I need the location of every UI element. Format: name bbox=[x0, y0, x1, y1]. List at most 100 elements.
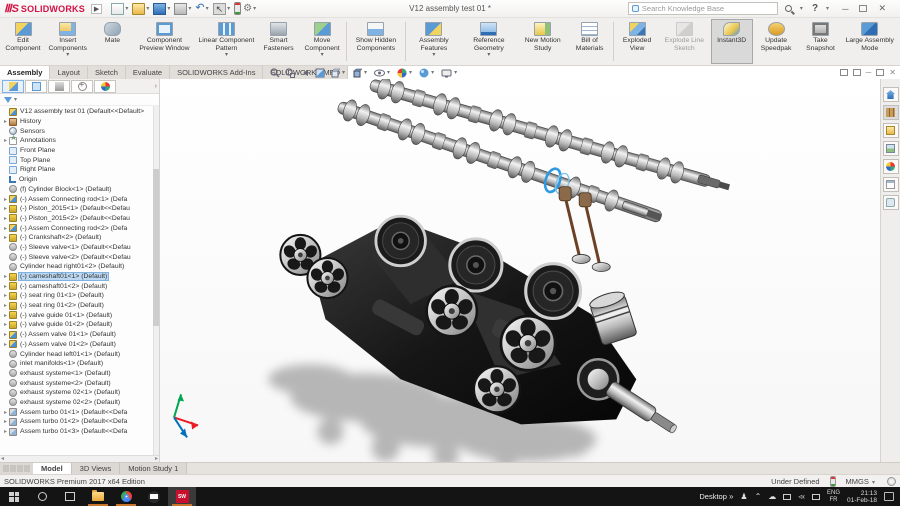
tree-item[interactable]: (-) valve guide 01<1> (Default) bbox=[0, 310, 159, 320]
ribbon-button[interactable]: Take Snapshot▾ bbox=[799, 19, 841, 64]
tree-item[interactable]: exhaust systeme 02<2> (Default) bbox=[0, 398, 159, 408]
ribbon-button[interactable]: Mate▾ bbox=[91, 19, 133, 64]
document-tab[interactable]: 3D Views bbox=[72, 463, 121, 474]
pane-split-icon[interactable] bbox=[840, 69, 848, 76]
scroll-right-icon[interactable]: ▸ bbox=[155, 456, 158, 462]
document-tab[interactable]: Motion Study 1 bbox=[120, 463, 187, 474]
onedrive-icon[interactable]: ☁ bbox=[768, 492, 776, 501]
ribbon-tab[interactable]: SOLIDWORKS Add-Ins bbox=[170, 66, 263, 79]
people-icon[interactable]: ♟ bbox=[740, 492, 747, 501]
tree-vertical-scrollbar[interactable] bbox=[153, 106, 159, 455]
piston-disc[interactable] bbox=[427, 286, 477, 336]
chrome-button[interactable] bbox=[112, 487, 140, 506]
close-button[interactable]: ✕ bbox=[874, 3, 890, 14]
ribbon-button[interactable]: Exploded View▾ bbox=[616, 19, 658, 64]
expand-arrow-icon[interactable] bbox=[2, 196, 9, 203]
tab-solidworks-resources[interactable] bbox=[883, 87, 899, 102]
tree-item[interactable]: Assem turbo 01<3> (Default<<Defa bbox=[0, 427, 159, 437]
select-button[interactable]: ↖▾ bbox=[213, 2, 233, 16]
ribbon-tab[interactable]: Layout bbox=[50, 66, 88, 79]
tab-displaymanager[interactable] bbox=[94, 80, 116, 93]
tree-item[interactable]: Top Plane bbox=[0, 155, 159, 165]
tree-item[interactable]: (-) Assem Connecting rod<2> (Defa bbox=[0, 223, 159, 233]
tree-item[interactable]: exhaust systeme 02<1> (Default) bbox=[0, 388, 159, 398]
expand-arrow-icon[interactable] bbox=[2, 225, 9, 232]
pane-icon[interactable] bbox=[853, 69, 861, 76]
ribbon-button[interactable]: Reference Geometry▾ bbox=[460, 19, 517, 64]
desktop-toolbar[interactable]: Desktop » bbox=[699, 492, 733, 501]
apply-scene-icon[interactable]: ▾ bbox=[419, 68, 436, 78]
scrollbar-thumb[interactable] bbox=[153, 169, 159, 326]
tree-item[interactable]: Assem turbo 01<2> (Default<<Defa bbox=[0, 417, 159, 427]
tree-item[interactable]: (-) Sleeve valve<1> (Default<<Defau bbox=[0, 243, 159, 253]
piston-crown[interactable] bbox=[450, 239, 502, 291]
tree-item[interactable]: V12 assembly test 01 (Default<<Default> bbox=[0, 107, 159, 117]
expand-arrow-icon[interactable] bbox=[2, 341, 9, 348]
scroll-left-icon[interactable]: ◂ bbox=[1, 456, 4, 462]
doc-restore-button[interactable] bbox=[876, 69, 884, 76]
clock[interactable]: 21:1301-Feb-18 bbox=[847, 490, 877, 504]
search-input[interactable]: Search Knowledge Base bbox=[628, 2, 778, 15]
tree-item[interactable]: (-) cameshaft01<2> (Default) bbox=[0, 281, 159, 291]
ribbon-button[interactable]: Smart Fasteners▾ bbox=[257, 19, 299, 64]
mail-button[interactable] bbox=[140, 487, 168, 506]
previous-view-icon[interactable] bbox=[300, 68, 310, 78]
task-view-button[interactable] bbox=[56, 487, 84, 506]
search-icon[interactable] bbox=[785, 5, 792, 12]
ribbon-button[interactable]: Component Preview Window▾ bbox=[133, 19, 195, 64]
expand-arrow-icon[interactable] bbox=[2, 331, 9, 338]
tree-item[interactable]: Cylinder head right01<2> (Default) bbox=[0, 262, 159, 272]
tree-item[interactable]: (-) Piston_2015<2> (Default<<Defau bbox=[0, 214, 159, 224]
display-style-icon[interactable]: ▾ bbox=[352, 68, 369, 78]
solidworks-taskbar-button[interactable]: SW bbox=[168, 487, 196, 506]
hide-show-items-icon[interactable]: ▾ bbox=[374, 68, 392, 78]
language-indicator[interactable]: ENGFR bbox=[827, 490, 840, 503]
expand-arrow-icon[interactable] bbox=[2, 428, 9, 435]
view-orientation-icon[interactable]: ▾ bbox=[330, 68, 347, 78]
zoom-to-fit-icon[interactable] bbox=[270, 68, 280, 78]
camshaft-sprocket[interactable] bbox=[307, 258, 347, 298]
expand-arrow-icon[interactable] bbox=[2, 118, 9, 125]
tree-item[interactable]: (-) seat ring 01<1> (Default) bbox=[0, 291, 159, 301]
expand-arrow-icon[interactable] bbox=[2, 137, 9, 144]
tree-horizontal-scrollbar[interactable]: ◂ ▸ bbox=[0, 455, 159, 462]
ribbon-button[interactable]: Assembly Features▾ bbox=[407, 19, 460, 64]
tab-configurationmanager[interactable] bbox=[48, 80, 70, 93]
expand-arrow-icon[interactable] bbox=[2, 302, 9, 309]
ribbon-button[interactable]: Linear Component Pattern▾ bbox=[195, 19, 257, 64]
document-tab[interactable]: Model bbox=[33, 463, 72, 474]
tree-item[interactable]: exhaust systeme<2> (Default) bbox=[0, 378, 159, 388]
view-settings-icon[interactable]: ▾ bbox=[441, 68, 459, 78]
expand-arrow-icon[interactable] bbox=[2, 321, 9, 328]
dropdown-arrow-icon[interactable]: ▾ bbox=[321, 52, 324, 58]
new-button[interactable]: ▾ bbox=[111, 2, 130, 16]
ribbon-tab[interactable]: Sketch bbox=[88, 66, 126, 79]
tab-appearances[interactable] bbox=[883, 159, 899, 174]
cortana-button[interactable] bbox=[28, 487, 56, 506]
tree-item[interactable]: Cylinder head left01<1> (Default) bbox=[0, 349, 159, 359]
print-button[interactable]: ▾ bbox=[174, 2, 193, 16]
tab-custom-properties[interactable] bbox=[883, 177, 899, 192]
ribbon-button[interactable]: Edit Component▾ bbox=[2, 19, 44, 64]
edit-appearance-icon[interactable]: ▾ bbox=[397, 68, 414, 78]
expand-arrow-icon[interactable] bbox=[2, 205, 9, 212]
tab-propertymanager[interactable] bbox=[25, 80, 47, 93]
filter-dropdown-icon[interactable]: ▾ bbox=[14, 96, 17, 103]
tab-featuremanager-tree[interactable] bbox=[2, 80, 24, 93]
piston-crown[interactable] bbox=[526, 264, 581, 319]
action-center-icon[interactable] bbox=[884, 492, 894, 501]
restore-button[interactable] bbox=[859, 5, 867, 12]
display-tray-icon[interactable] bbox=[783, 494, 791, 500]
expand-arrow-icon[interactable] bbox=[2, 418, 9, 425]
save-button[interactable]: ▾ bbox=[153, 2, 172, 16]
doc-minimize-button[interactable]: ─ bbox=[866, 68, 872, 77]
tree-item[interactable]: History bbox=[0, 117, 159, 127]
rebuild-button[interactable] bbox=[234, 2, 241, 16]
undo-button[interactable]: ↶▾ bbox=[195, 2, 210, 16]
tag-icon[interactable] bbox=[887, 477, 896, 486]
expand-arrow-icon[interactable] bbox=[2, 283, 9, 290]
minimize-button[interactable]: ─ bbox=[838, 4, 852, 14]
ribbon-button[interactable]: Instant3D▾ bbox=[711, 19, 753, 64]
dropdown-arrow-icon[interactable]: ▾ bbox=[487, 52, 490, 58]
tree-item[interactable]: (-) Assem valve 01<1> (Default) bbox=[0, 330, 159, 340]
